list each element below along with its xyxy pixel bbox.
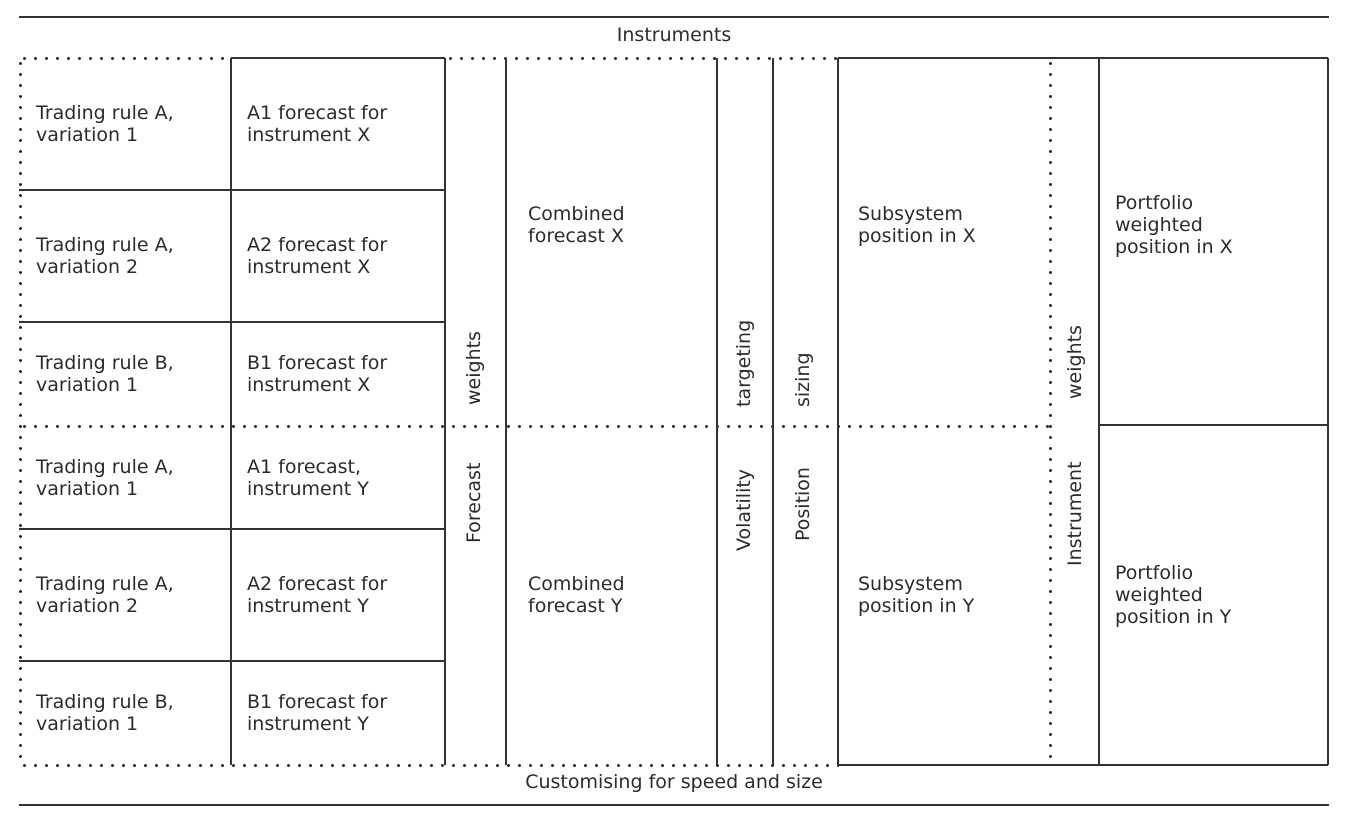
trading-rule-cell: Trading rule A, variation 1 xyxy=(36,102,174,146)
volatility-targeting-label-1: Volatility xyxy=(733,468,755,551)
col-line-1099 xyxy=(1098,58,1100,765)
subsystem-position-x: Subsystem position in X xyxy=(858,203,976,247)
forecast-weights-label-2: weights xyxy=(463,331,485,405)
forecast-cell: A2 forecast for instrument X xyxy=(247,234,388,278)
instrument-weights-label-2: weights xyxy=(1064,325,1086,399)
trading-rule-cell: Trading rule A, variation 2 xyxy=(36,234,174,278)
trading-rule-cell: Trading rule B, variation 1 xyxy=(36,691,174,735)
combined-forecast-y: Combined forecast Y xyxy=(528,573,625,617)
col-line-717 xyxy=(716,58,718,765)
col-line-773 xyxy=(772,58,774,765)
dotted-top-border-mid xyxy=(445,57,838,60)
forecast-weights-label-1: Forecast xyxy=(463,462,485,543)
portfolio-split xyxy=(1099,424,1327,426)
subsystem-top xyxy=(838,57,1328,59)
dotted-instrument-weights-left xyxy=(1049,58,1052,765)
forecast-cell: A1 forecast for instrument X xyxy=(247,102,388,146)
forecast-cell: B1 forecast for instrument Y xyxy=(247,691,388,735)
combined-forecast-x: Combined forecast X xyxy=(528,203,625,247)
top-rule xyxy=(19,16,1329,18)
portfolio-position-x: Portfolio weighted position in X xyxy=(1115,192,1233,258)
bottom-rule xyxy=(19,804,1329,806)
position-sizing-label-2: sizing xyxy=(792,352,814,407)
subsystem-bottom xyxy=(838,764,1328,766)
col-line-506 xyxy=(505,58,507,765)
forecast-cell: A2 forecast for instrument Y xyxy=(247,573,388,617)
footer-title: Customising for speed and size xyxy=(525,771,823,793)
portfolio-position-y: Portfolio weighted position in Y xyxy=(1115,562,1232,628)
col-line-838 xyxy=(837,58,839,765)
instrument-weights-label-1: Instrument xyxy=(1064,461,1086,566)
subsystem-position-y: Subsystem position in Y xyxy=(858,573,975,617)
volatility-targeting-label-2: targeting xyxy=(733,319,755,407)
col-line-right xyxy=(1327,58,1329,765)
header-title: Instruments xyxy=(616,24,732,46)
forecast-cell: A1 forecast, instrument Y xyxy=(247,455,369,500)
forecast-cell: B1 forecast for instrument X xyxy=(247,352,388,396)
trading-rule-cell: Trading rule A, variation 2 xyxy=(36,573,174,617)
trading-rule-cell: Trading rule A, variation 1 xyxy=(36,455,174,500)
trading-rule-cell: Trading rule B, variation 1 xyxy=(36,352,174,396)
position-sizing-label-1: Position xyxy=(792,467,814,541)
